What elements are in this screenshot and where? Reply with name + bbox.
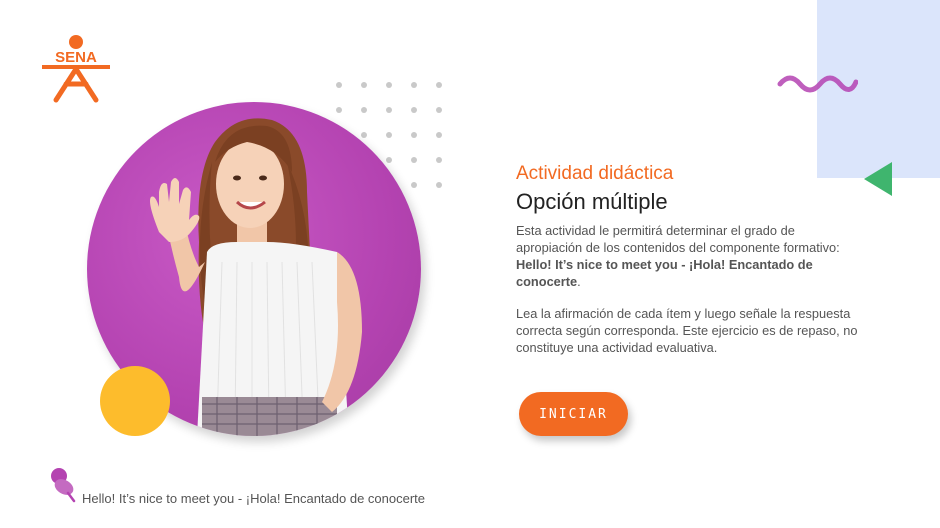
start-button[interactable]: INICIAR <box>519 392 628 436</box>
description-prefix: Esta actividad le permitirá determinar e… <box>516 223 840 255</box>
footer-topic-text: Hello! It’s nice to meet you - ¡Hola! En… <box>82 491 426 506</box>
sena-logo: SENA <box>42 35 110 103</box>
description-suffix: . <box>577 274 581 289</box>
triangle-decoration-icon <box>864 162 892 196</box>
page-title: Opción múltiple <box>516 189 668 214</box>
activity-kicker: Actividad didáctica <box>516 163 674 184</box>
decorative-yellow-circle <box>100 366 170 436</box>
pushpin-icon <box>51 468 76 503</box>
description-topic: Hello! It’s nice to meet you - ¡Hola! En… <box>516 257 813 289</box>
wave-decoration-icon <box>777 75 858 93</box>
activity-instructions: Lea la afirmación de cada ítem y luego s… <box>516 306 858 355</box>
sena-logo-text: SENA <box>55 49 97 66</box>
activity-description: Esta actividad le permitirá determinar e… <box>516 222 861 290</box>
